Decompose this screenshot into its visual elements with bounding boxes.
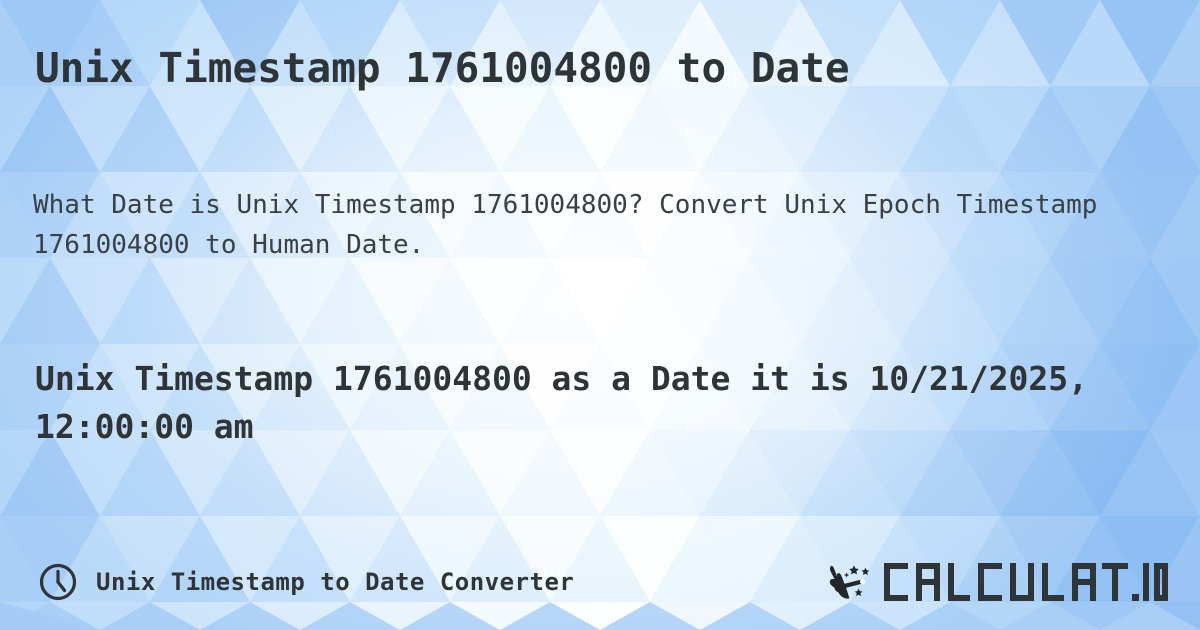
clock-icon bbox=[39, 563, 77, 601]
page-description: What Date is Unix Timestamp 1761004800? … bbox=[33, 190, 1098, 260]
brand-wordmark: CALCULAT.IO bbox=[884, 563, 1168, 601]
brand-logo: CALCULAT.IO bbox=[824, 560, 1168, 604]
footer-converter-label: Unix Timestamp to Date Converter bbox=[96, 568, 575, 596]
magic-wand-hand-icon bbox=[829, 565, 870, 599]
footer: Unix Timestamp to Date Converter bbox=[0, 540, 1200, 630]
conversion-result: Unix Timestamp 1761004800 as a Date it i… bbox=[35, 359, 1088, 446]
og-card: Unix Timestamp 1761004800 to Date What D… bbox=[0, 0, 1200, 630]
page-title: Unix Timestamp 1761004800 to Date bbox=[35, 44, 850, 92]
footer-converter-label-group: Unix Timestamp to Date Converter bbox=[38, 562, 574, 602]
